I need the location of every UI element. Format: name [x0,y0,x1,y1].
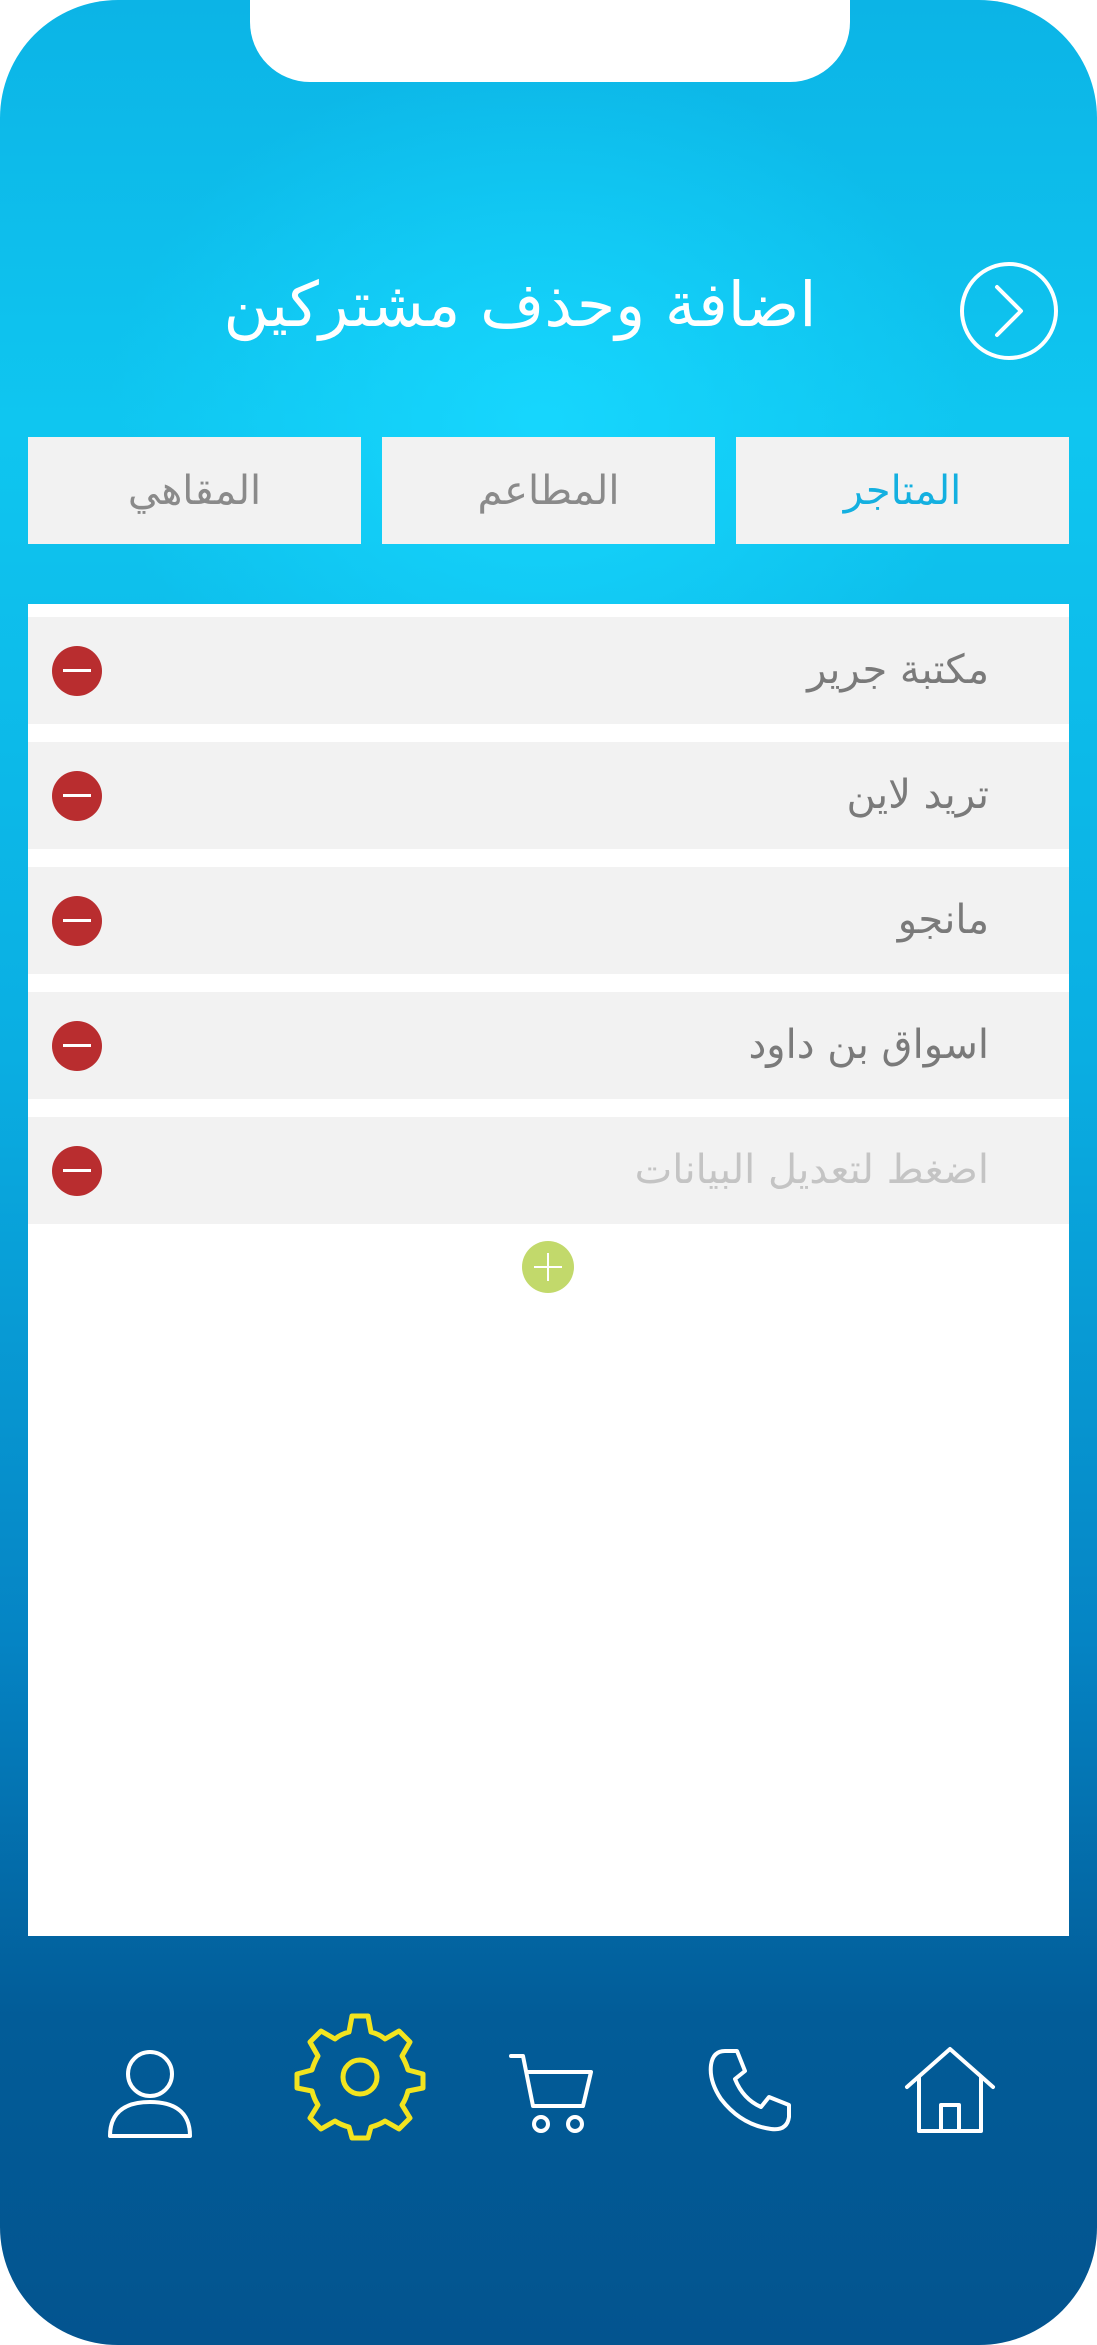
list-item[interactable]: تريد لاين [28,742,1069,849]
tab-cafes[interactable]: المقاهي [28,437,361,544]
nav-settings[interactable] [290,2005,430,2145]
user-icon [108,2050,192,2138]
list-item[interactable]: مكتبة جرير [28,617,1069,724]
list-item-label: تريد لاين [846,772,989,818]
remove-button[interactable] [52,646,102,696]
nav-profile[interactable] [98,2040,202,2144]
remove-button[interactable] [52,1021,102,1071]
editable-list-item[interactable]: اضغط لتعديل البيانات [28,1117,1069,1224]
cart-icon [509,2054,593,2133]
back-button[interactable] [960,262,1058,360]
chevron-right-icon [995,285,1023,337]
edit-placeholder: اضغط لتعديل البيانات [634,1147,989,1193]
phone-icon [708,2049,791,2132]
nav-cart[interactable] [504,2045,600,2141]
remove-button[interactable] [52,896,102,946]
nav-home[interactable] [900,2040,1000,2140]
list-item-label: مانجو [897,897,989,943]
nav-contact[interactable] [700,2040,800,2140]
page-title: اضافة وحذف مشتركين [223,268,817,341]
notch [250,0,850,82]
list-item[interactable]: مانجو [28,867,1069,974]
add-subscriber-button[interactable] [522,1241,574,1293]
home-icon [905,2047,995,2133]
remove-button[interactable] [52,1146,102,1196]
phone-frame: اضافة وحذف مشتركين المتاجر المطاعم المقا… [0,0,1097,2345]
list-item-label: اسواق بن داود [748,1022,989,1068]
list-item-label: مكتبة جرير [807,647,989,693]
gear-icon [294,2013,426,2141]
remove-button[interactable] [52,771,102,821]
tab-stores[interactable]: المتاجر [736,437,1069,544]
tab-restaurants[interactable]: المطاعم [382,437,715,544]
list-item[interactable]: اسواق بن داود [28,992,1069,1099]
